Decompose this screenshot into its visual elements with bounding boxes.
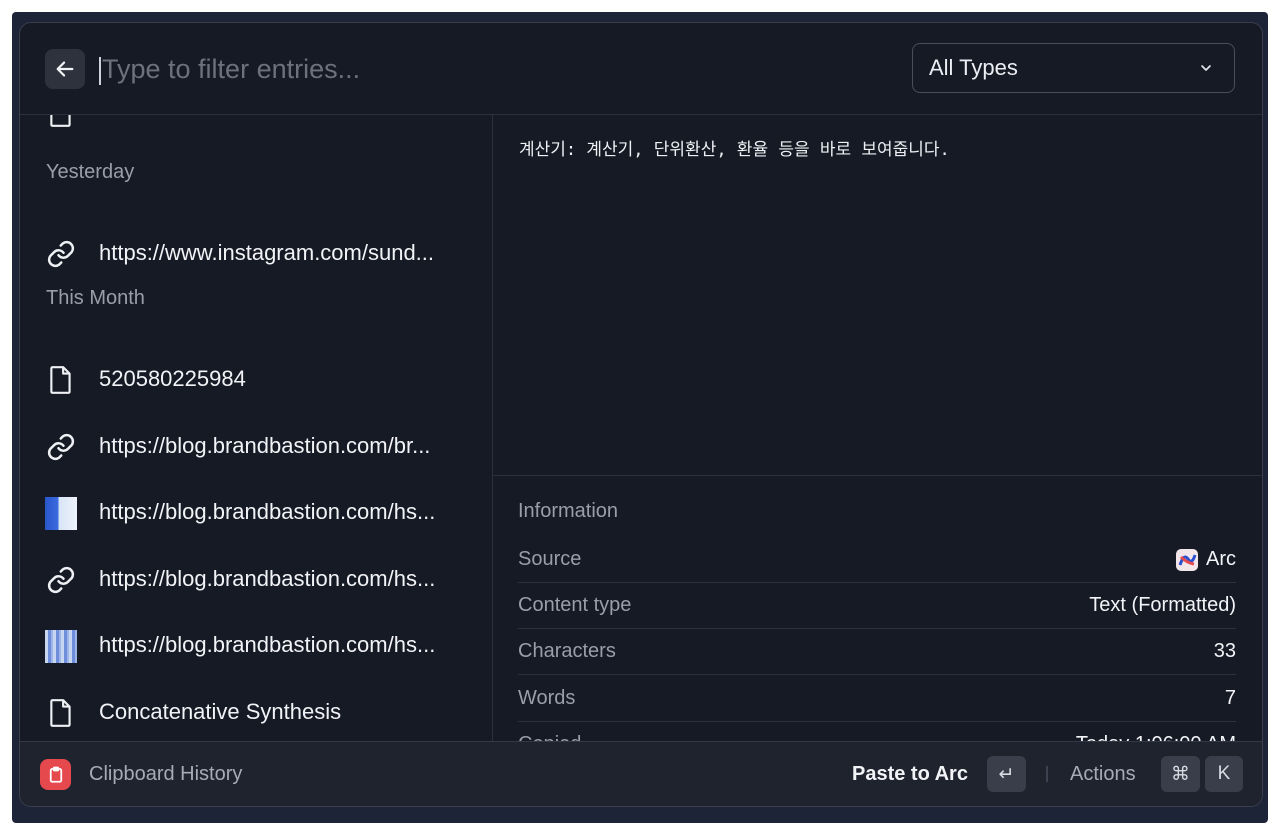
- text-cursor: [99, 57, 101, 85]
- info-value-text: Arc: [1206, 548, 1236, 570]
- paste-to-arc-button[interactable]: Paste to Arc: [852, 763, 968, 786]
- cmd-key-hint: ⌘: [1161, 756, 1200, 792]
- list-item-label: Concatenative Synthesis: [99, 699, 342, 724]
- list-item[interactable]: https://blog.brandbastion.com/hs...: [20, 618, 492, 672]
- info-row-characters: Characters 33: [518, 629, 1236, 675]
- k-key-hint: K: [1205, 756, 1243, 792]
- clipboard-history-window: All Types Yesterday https://www.instagra…: [19, 22, 1263, 807]
- info-value: 33: [1213, 640, 1236, 662]
- list-item[interactable]: 520580225984: [20, 352, 492, 406]
- info-value: Arc: [1176, 548, 1236, 571]
- information-panel: Information Source Arc Content type Text…: [493, 476, 1262, 742]
- info-row-content-type: Content type Text (Formatted): [518, 583, 1236, 629]
- actions-button[interactable]: Actions: [1070, 763, 1136, 786]
- list-item[interactable]: https://blog.brandbastion.com/hs...: [20, 552, 492, 606]
- list-item-label: 520580225984: [99, 366, 246, 391]
- info-key: Content type: [518, 594, 632, 616]
- back-button[interactable]: [45, 49, 85, 89]
- info-key: Source: [518, 548, 582, 570]
- list-item[interactable]: https://blog.brandbastion.com/hs...: [20, 485, 492, 539]
- entry-list[interactable]: Yesterday https://www.instagram.com/sund…: [20, 115, 493, 742]
- chevron-down-icon: [1201, 65, 1211, 71]
- info-key: Words: [518, 687, 576, 709]
- info-row-source: Source Arc: [518, 537, 1236, 583]
- image-thumbnail: [45, 496, 77, 530]
- list-item[interactable]: Concatenative Synthesis: [20, 685, 492, 739]
- info-key: Characters: [518, 640, 616, 662]
- list-item[interactable]: https://www.instagram.com/sund...: [20, 226, 492, 280]
- list-item[interactable]: https://blog.brandbastion.com/br...: [20, 419, 492, 473]
- preview-pane: 계산기: 계산기, 단위환산, 환율 등을 바로 보여줍니다.: [493, 115, 1262, 476]
- info-value: Text (Formatted): [1089, 594, 1236, 616]
- enter-key-hint: ↵: [987, 756, 1026, 792]
- search-input[interactable]: [102, 49, 802, 89]
- preview-text: 계산기: 계산기, 단위환산, 환율 등을 바로 보여줍니다.: [519, 140, 950, 160]
- info-value: 7: [1224, 687, 1236, 709]
- clipboard-icon: [40, 759, 71, 790]
- file-icon: [45, 697, 77, 729]
- type-filter-value: All Types: [929, 55, 1018, 80]
- link-icon: [45, 431, 77, 463]
- link-icon: [45, 564, 77, 596]
- section-title-this-month: This Month: [46, 287, 145, 309]
- file-icon: [45, 115, 77, 129]
- arc-app-icon: [1176, 548, 1198, 571]
- list-item-label: https://blog.brandbastion.com/hs...: [99, 632, 436, 657]
- search-header: All Types: [20, 23, 1262, 115]
- list-item-label: https://blog.brandbastion.com/br...: [99, 433, 431, 458]
- section-title-yesterday: Yesterday: [46, 161, 135, 183]
- list-item-label: https://www.instagram.com/sund...: [99, 240, 435, 265]
- type-filter-dropdown[interactable]: All Types: [912, 43, 1235, 93]
- file-icon: [45, 364, 77, 396]
- extension-name: Clipboard History: [89, 763, 243, 785]
- list-item-label: https://blog.brandbastion.com/hs...: [99, 566, 436, 591]
- info-row-words: Words 7: [518, 676, 1236, 722]
- arrow-left-icon: [56, 61, 74, 77]
- link-icon: [45, 238, 77, 270]
- action-bar: Clipboard History Paste to Arc ↵ Actions…: [20, 741, 1262, 806]
- info-title: Information: [518, 500, 619, 522]
- image-thumbnail: [45, 629, 77, 663]
- list-item-label: https://blog.brandbastion.com/hs...: [99, 499, 436, 524]
- list-item-partial[interactable]: [20, 115, 492, 139]
- info-row-copied: Copied Today 1:06:00 AM: [518, 722, 1236, 742]
- footer-divider: [1046, 766, 1048, 782]
